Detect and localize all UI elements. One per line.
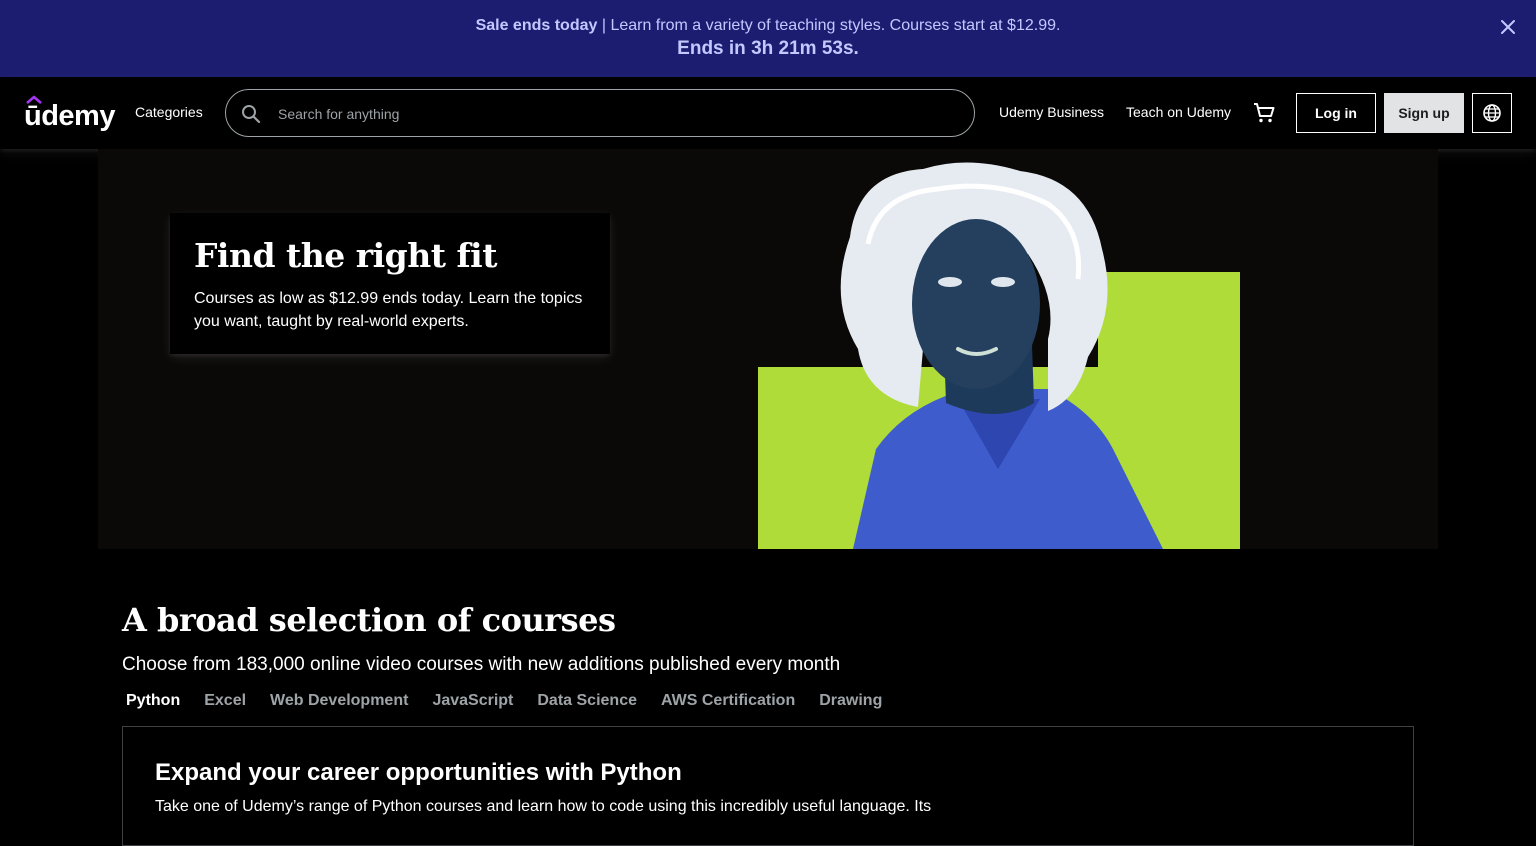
- globe-icon: [1483, 104, 1501, 122]
- search-icon[interactable]: [240, 103, 262, 125]
- section-title: A broad selection of courses: [122, 601, 616, 639]
- close-icon[interactable]: [1498, 16, 1518, 38]
- udemy-logo[interactable]: ūdemy: [24, 95, 115, 131]
- course-panel: Expand your career opportunities with Py…: [122, 726, 1414, 846]
- banner-message-text: | Learn from a variety of teaching style…: [597, 17, 1061, 34]
- section-subtitle: Choose from 183,000 online video courses…: [122, 654, 841, 675]
- banner-sale-label: Sale ends today: [475, 17, 598, 34]
- logo-hat-icon: [26, 95, 42, 104]
- udemy-business-link[interactable]: Udemy Business: [999, 104, 1104, 120]
- tab-python[interactable]: Python: [122, 692, 192, 710]
- search-input[interactable]: [276, 90, 960, 138]
- language-button[interactable]: [1472, 93, 1512, 133]
- hero-banner: Find the right fit Courses as low as $12…: [98, 149, 1438, 549]
- login-button[interactable]: Log in: [1296, 93, 1376, 133]
- hero-title: Find the right fit: [194, 236, 497, 275]
- banner-countdown: Ends in 3h 21m 53s.: [677, 38, 859, 59]
- tab-web-development[interactable]: Web Development: [266, 692, 420, 710]
- course-tabs: Python Excel Web Development JavaScript …: [122, 692, 902, 710]
- cart-icon[interactable]: [1252, 101, 1276, 125]
- tab-data-science[interactable]: Data Science: [533, 692, 649, 710]
- header: ūdemy Categories Udemy Business Teach on…: [0, 77, 1536, 149]
- hero-card: Find the right fit Courses as low as $12…: [170, 213, 610, 354]
- panel-text: Take one of Udemy’s range of Python cour…: [155, 798, 932, 815]
- tab-javascript[interactable]: JavaScript: [428, 692, 525, 710]
- panel-title: Expand your career opportunities with Py…: [155, 759, 682, 786]
- search-bar[interactable]: [225, 89, 975, 138]
- logo-text: ūdemy: [24, 100, 115, 132]
- signup-button[interactable]: Sign up: [1384, 93, 1464, 133]
- categories-link[interactable]: Categories: [135, 104, 203, 120]
- tab-excel[interactable]: Excel: [200, 692, 258, 710]
- teach-on-udemy-link[interactable]: Teach on Udemy: [1126, 104, 1231, 120]
- banner-message: Sale ends today | Learn from a variety o…: [0, 17, 1536, 35]
- hero-portrait-image: [758, 162, 1240, 549]
- hero-text: Courses as low as $12.99 ends today. Lea…: [194, 290, 583, 330]
- sale-banner: Sale ends today | Learn from a variety o…: [0, 0, 1536, 77]
- tab-drawing[interactable]: Drawing: [815, 692, 894, 710]
- tab-aws-certification[interactable]: AWS Certification: [657, 692, 807, 710]
